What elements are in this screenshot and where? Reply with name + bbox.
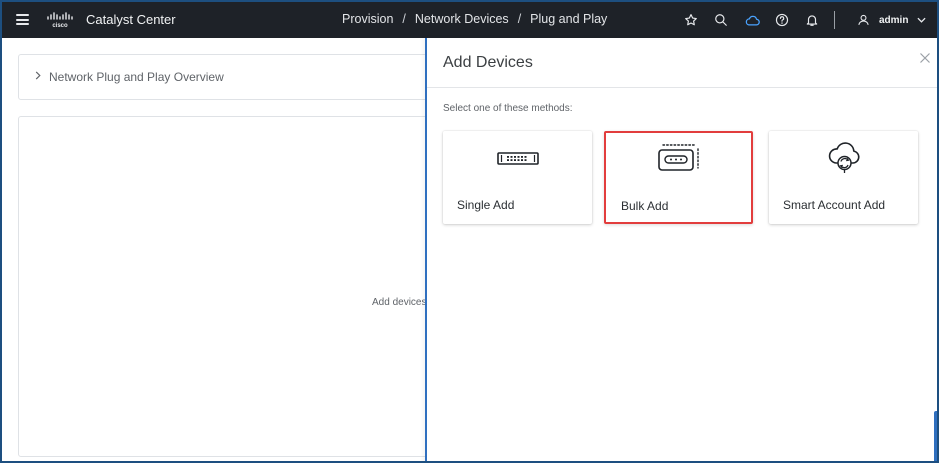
cisco-logo: cisco: [47, 12, 73, 28]
search-icon[interactable]: [712, 11, 730, 29]
star-icon[interactable]: [682, 11, 700, 29]
notification-bell-icon[interactable]: [803, 11, 821, 29]
drawer-title: Add Devices: [443, 54, 533, 71]
app-window: cisco Catalyst Center Provision / Networ…: [0, 0, 939, 463]
empty-state-hint: Add devices: [372, 297, 427, 308]
device-icon: [496, 152, 539, 165]
scrollbar-thumb[interactable]: [934, 411, 937, 461]
bulk-add-label: Bulk Add: [621, 199, 669, 213]
app-title[interactable]: Catalyst Center: [86, 12, 176, 27]
add-devices-drawer: Add Devices Select one of these methods:…: [425, 38, 937, 461]
chevron-down-icon: [917, 17, 927, 23]
cloud-sync-icon: [828, 142, 860, 173]
cloud-icon[interactable]: [743, 11, 761, 29]
user-icon: [858, 14, 869, 25]
overview-accordion[interactable]: Network Plug and Play Overview: [18, 54, 438, 100]
breadcrumb: Provision / Network Devices / Plug and P…: [342, 12, 607, 26]
smart-account-add-label: Smart Account Add: [783, 198, 886, 212]
bulk-device-icon: [657, 144, 699, 171]
single-add-label: Single Add: [457, 198, 515, 212]
chevron-right-icon: [35, 71, 41, 80]
breadcrumb-separator: /: [402, 12, 406, 26]
bulk-add-card[interactable]: Bulk Add: [604, 131, 753, 224]
user-menu[interactable]: admin: [857, 11, 927, 29]
close-icon[interactable]: [919, 52, 931, 64]
user-name: admin: [879, 14, 909, 26]
svg-text:cisco: cisco: [52, 23, 68, 28]
overview-label: Network Plug and Play Overview: [49, 70, 224, 84]
devices-panel: Add devices: [18, 116, 438, 457]
breadcrumb-network-devices[interactable]: Network Devices: [415, 12, 509, 26]
drawer-subtitle: Select one of these methods:: [443, 103, 573, 114]
header-divider: [834, 11, 835, 29]
drawer-divider: [427, 87, 937, 88]
smart-account-add-card[interactable]: Smart Account Add: [769, 131, 918, 224]
breadcrumb-plug-and-play: Plug and Play: [530, 12, 608, 26]
breadcrumb-provision[interactable]: Provision: [342, 12, 393, 26]
menu-icon[interactable]: [16, 14, 29, 25]
breadcrumb-separator: /: [517, 12, 522, 26]
help-icon[interactable]: [773, 11, 791, 29]
single-add-card[interactable]: Single Add: [443, 131, 592, 224]
top-navigation-bar: cisco Catalyst Center Provision / Networ…: [2, 2, 937, 38]
